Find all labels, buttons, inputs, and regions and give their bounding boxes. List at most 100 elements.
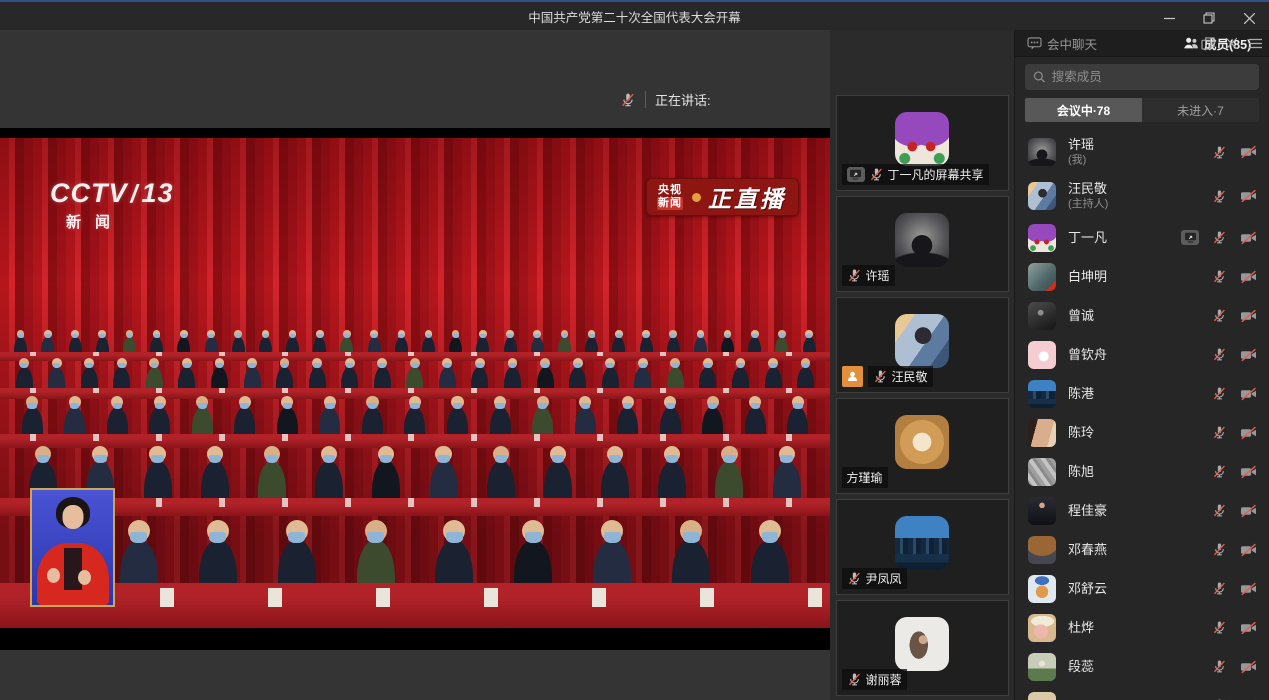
delegate-head	[751, 330, 759, 338]
muted-mic-icon[interactable]	[1212, 189, 1227, 204]
muted-mic-icon[interactable]	[1212, 386, 1227, 401]
member-avatar	[1028, 224, 1056, 252]
delegate-body	[544, 461, 572, 502]
member-role-tag: (主持人)	[1068, 197, 1108, 211]
chat-bubble-icon	[1027, 37, 1042, 50]
video-tile[interactable]: 尹凤凤	[836, 499, 1009, 595]
member-row[interactable]: 程佳豪	[1015, 491, 1269, 530]
members-icon	[1183, 36, 1199, 50]
filter-tab-in-meeting[interactable]: 会议中·78	[1025, 98, 1142, 122]
delegate-head	[669, 330, 677, 338]
video-tile[interactable]: 方瑾瑜	[836, 398, 1009, 494]
delegate-head	[622, 396, 634, 408]
thumbnail-strip: 丁一凡的屏幕共享 许瑶 汪民	[830, 30, 1014, 700]
member-avatar	[1028, 458, 1056, 486]
tile-label-row: 尹凤凤	[842, 568, 907, 589]
member-avatar	[1028, 380, 1056, 408]
member-row[interactable]: 白坤明	[1015, 257, 1269, 296]
delegate-head	[664, 446, 680, 462]
member-row[interactable]: 邓春燕	[1015, 530, 1269, 569]
muted-mic-icon[interactable]	[1212, 542, 1227, 557]
video-tile[interactable]: 许瑶	[836, 196, 1009, 292]
member-row[interactable]: 段蕊	[1015, 647, 1269, 686]
delegate-head	[215, 358, 225, 368]
muted-camera-icon[interactable]	[1240, 503, 1257, 519]
delegate-head	[207, 330, 215, 338]
muted-mic-icon[interactable]	[1212, 425, 1227, 440]
member-avatar	[1028, 302, 1056, 330]
delegate-head	[540, 358, 550, 368]
member-name: 邓舒云	[1068, 581, 1107, 597]
delegate-head	[149, 446, 165, 462]
member-row[interactable]: 杜烨	[1015, 608, 1269, 647]
muted-camera-icon[interactable]	[1240, 230, 1257, 246]
muted-camera-icon[interactable]	[1240, 308, 1257, 324]
muted-mic-icon[interactable]	[1212, 659, 1227, 674]
delegate-body	[258, 461, 286, 502]
muted-mic-icon[interactable]	[1212, 620, 1227, 635]
search-input[interactable]	[1052, 70, 1251, 84]
muted-mic-icon[interactable]	[1212, 308, 1227, 323]
delegate-head	[98, 330, 106, 338]
minimize-button[interactable]	[1149, 4, 1189, 32]
member-row[interactable]: 陈港	[1015, 374, 1269, 413]
member-row[interactable]: 陈旭	[1015, 452, 1269, 491]
delegate-head	[508, 358, 518, 368]
tab-in-meeting-chat[interactable]: 会中聊天	[1019, 30, 1105, 56]
menu-icon[interactable]	[1248, 36, 1263, 51]
muted-mic-icon	[873, 369, 888, 384]
member-row[interactable]: 曾钦舟	[1015, 335, 1269, 374]
muted-camera-icon[interactable]	[1240, 347, 1257, 363]
muted-mic-icon[interactable]	[1212, 145, 1227, 160]
muted-camera-icon[interactable]	[1240, 464, 1257, 480]
filter-tab-not-joined[interactable]: 未进入·7	[1142, 98, 1259, 122]
shared-screen-video[interactable]: CCTV/13 新闻 央视 新闻 正直播	[0, 128, 830, 650]
muted-mic-icon[interactable]	[1212, 347, 1227, 362]
muted-camera-icon[interactable]	[1240, 144, 1257, 160]
restore-button[interactable]	[1189, 4, 1229, 32]
participant-name: 尹凤凤	[866, 570, 902, 587]
delegate-head	[410, 358, 420, 368]
delegate-body	[658, 461, 686, 502]
delegate-head	[117, 358, 127, 368]
delegate-head	[280, 358, 290, 368]
member-avatar	[1028, 138, 1056, 166]
muted-mic-icon[interactable]	[1212, 503, 1227, 518]
video-tile[interactable]: 汪民敬	[836, 297, 1009, 393]
screen-share-icon	[847, 167, 865, 182]
close-button[interactable]	[1229, 4, 1269, 32]
muted-mic-icon[interactable]	[1212, 581, 1227, 596]
delegate-head	[638, 358, 648, 368]
muted-camera-icon[interactable]	[1240, 542, 1257, 558]
muted-camera-icon[interactable]	[1240, 659, 1257, 675]
close-panel-icon[interactable]	[1224, 36, 1239, 51]
member-row[interactable]: 丁一凡	[1015, 218, 1269, 257]
muted-camera-icon[interactable]	[1240, 425, 1257, 441]
delegate-head	[289, 330, 297, 338]
muted-camera-icon[interactable]	[1240, 581, 1257, 597]
muted-mic-icon[interactable]	[1212, 230, 1227, 245]
delegate-head	[180, 330, 188, 338]
muted-camera-icon[interactable]	[1240, 386, 1257, 402]
member-row[interactable]: 许瑶 (我)	[1015, 130, 1269, 174]
video-tile[interactable]: 丁一凡的屏幕共享	[836, 95, 1009, 191]
delegate-head	[703, 358, 713, 368]
member-name: 邓春燕	[1068, 542, 1107, 558]
muted-camera-icon[interactable]	[1240, 269, 1257, 285]
muted-mic-icon[interactable]	[1212, 464, 1227, 479]
delegates-row	[0, 396, 830, 438]
delegate-figure	[48, 358, 65, 392]
member-row[interactable]: 邓舒云	[1015, 569, 1269, 608]
member-row[interactable]: 曾诚	[1015, 296, 1269, 335]
muted-camera-icon[interactable]	[1240, 188, 1257, 204]
member-row[interactable]: 汪民敬 (主持人)	[1015, 174, 1269, 218]
muted-camera-icon[interactable]	[1240, 620, 1257, 636]
delegate-head	[17, 330, 25, 338]
muted-mic-icon[interactable]	[1212, 269, 1227, 284]
member-row[interactable]	[1015, 686, 1269, 700]
popout-panel-icon[interactable]	[1200, 36, 1215, 51]
delegate-head	[52, 358, 62, 368]
delegate-head	[664, 396, 676, 408]
member-row[interactable]: 陈玲	[1015, 413, 1269, 452]
video-tile[interactable]: 谢丽蓉	[836, 600, 1009, 696]
